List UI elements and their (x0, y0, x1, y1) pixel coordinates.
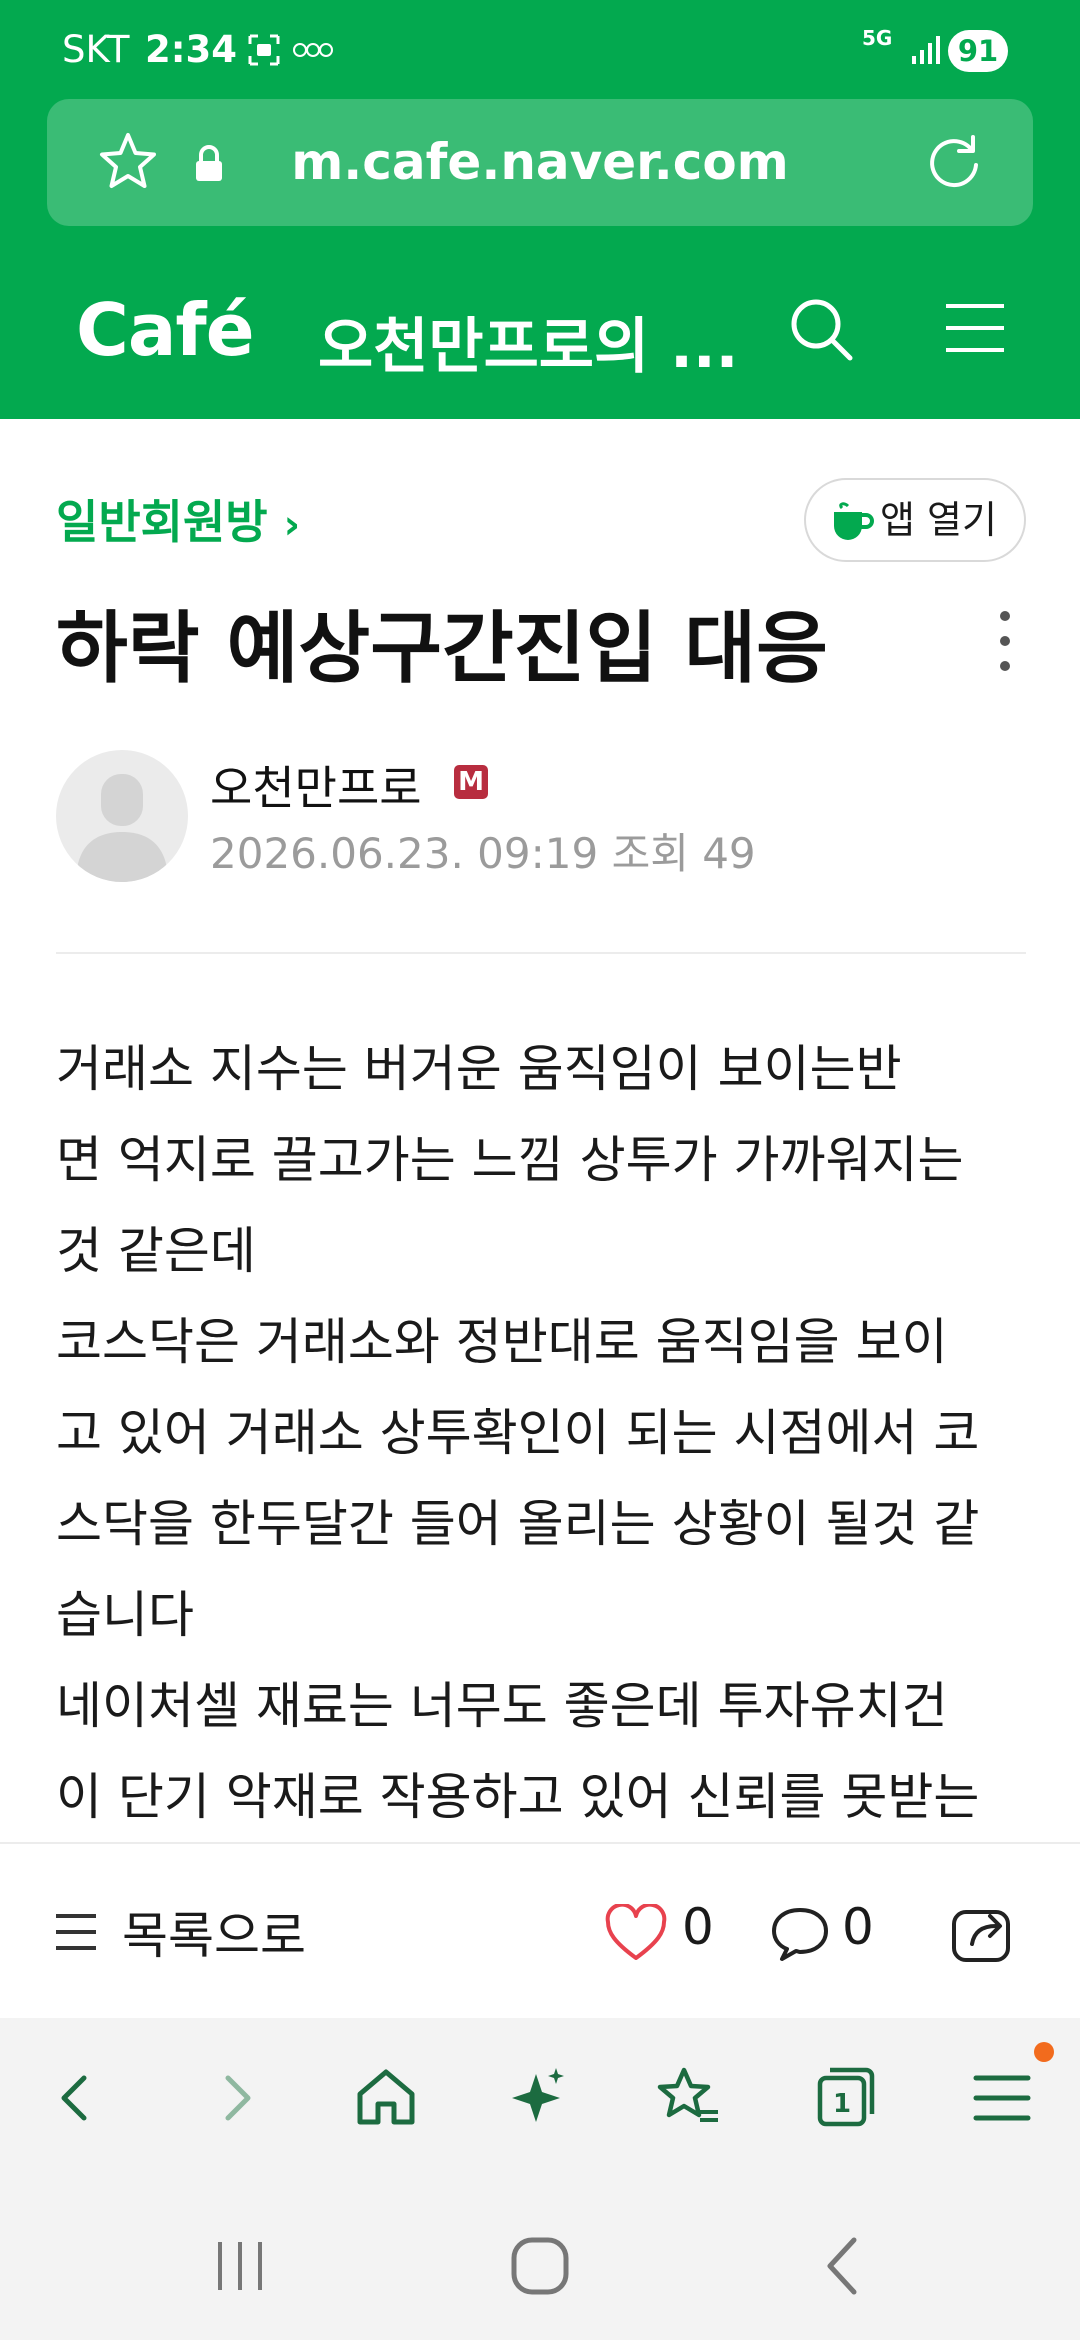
battery-indicator: 91 (948, 30, 1008, 72)
home-icon[interactable] (346, 2058, 426, 2138)
reload-icon[interactable] (921, 129, 987, 195)
hamburger-menu-icon[interactable] (944, 300, 1006, 356)
body-line: 네이처셀 재료는 너무도 좋은데 투자유치건 (56, 1677, 948, 1735)
more-options-icon[interactable] (990, 608, 1020, 674)
bookmarks-icon[interactable] (648, 2058, 728, 2138)
tabs-count: 1 (833, 2089, 851, 2119)
ai-sparkle-icon[interactable] (498, 2058, 578, 2138)
post-views: 조회 49 (611, 829, 756, 878)
member-badge: M (454, 765, 488, 799)
cafe-logo[interactable]: Café (76, 288, 255, 372)
address-bar[interactable]: m.cafe.naver.com (47, 99, 1033, 226)
back-to-list-button[interactable]: 목록으로 (122, 1896, 306, 1968)
body-line: 스닥을 한두달간 들어 올리는 상황이 될것 같 (56, 1495, 980, 1553)
notification-icon (293, 43, 333, 57)
body-line: 것 같은데 (56, 1222, 256, 1280)
notification-dot (1034, 2042, 1054, 2062)
body-line: 면 억지로 끌고가는 느낌 상투가 가까워지는 (56, 1131, 964, 1189)
body-line: 코스닥은 거래소와 정반대로 움직임을 보이 (56, 1313, 948, 1371)
heart-icon[interactable] (604, 1904, 668, 1962)
clock: 2:34 (145, 28, 238, 71)
chevron-right-icon: › (283, 502, 301, 548)
system-nav-bar (0, 2192, 1080, 2340)
comment-count: 0 (842, 1898, 874, 1956)
status-bar: SKT 2:34 5G 91 (0, 0, 1080, 100)
body-line: 이 단기 악재로 작용하고 있어 신뢰를 못받는 (56, 1768, 980, 1826)
like-count: 0 (682, 1898, 714, 1956)
post-body: 거래소 지수는 버거운 움직임이 보이는반 면 억지로 끌고가는 느낌 상투가 … (56, 1024, 1046, 1843)
default-profile-icon (76, 774, 168, 882)
back-icon[interactable] (36, 2058, 116, 2138)
recents-icon[interactable] (204, 2230, 276, 2302)
list-icon[interactable] (54, 1912, 98, 1952)
url-text: m.cafe.naver.com (291, 133, 789, 191)
post-title: 하락 예상구간진입 대응 (56, 604, 828, 694)
screen-record-icon (248, 34, 280, 66)
share-icon[interactable] (950, 1902, 1016, 1964)
board-link[interactable]: 일반회원방 › (56, 486, 300, 552)
search-icon[interactable] (786, 294, 856, 364)
avatar[interactable] (56, 750, 188, 882)
post-date: 2026.06.23. 09:19 (210, 829, 599, 878)
tabs-icon[interactable]: 1 (806, 2058, 886, 2138)
cafe-header: Café 오천만프로의 ... (0, 260, 1080, 419)
open-app-label: 앱 열기 (880, 498, 997, 542)
comment-icon[interactable] (770, 1904, 830, 1962)
body-line: 습니다 (56, 1586, 194, 1644)
cafe-cup-icon (834, 502, 874, 540)
menu-icon[interactable] (962, 2058, 1042, 2138)
post-meta: 2026.06.23. 09:19 조회 49 (210, 820, 756, 881)
author-name[interactable]: 오천만프로 (210, 752, 422, 818)
home-button-icon[interactable] (504, 2230, 576, 2302)
board-name: 일반회원방 (56, 495, 268, 549)
signal-icon (912, 36, 940, 64)
network-type-label: 5G (862, 26, 893, 50)
post-action-bar: 목록으로 0 0 (0, 1842, 1080, 2018)
divider (56, 952, 1026, 954)
body-line: 거래소 지수는 버거운 움직임이 보이는반 (56, 1040, 902, 1098)
forward-icon[interactable] (196, 2058, 276, 2138)
cafe-name[interactable]: 오천만프로의 ... (318, 298, 738, 385)
browser-toolbar: 1 (0, 2018, 1080, 2192)
body-line: 고 있어 거래소 상투확인이 되는 시점에서 코 (56, 1404, 980, 1462)
system-back-icon[interactable] (808, 2230, 880, 2302)
open-app-button[interactable]: 앱 열기 (804, 478, 1026, 562)
carrier-label: SKT (62, 28, 130, 71)
